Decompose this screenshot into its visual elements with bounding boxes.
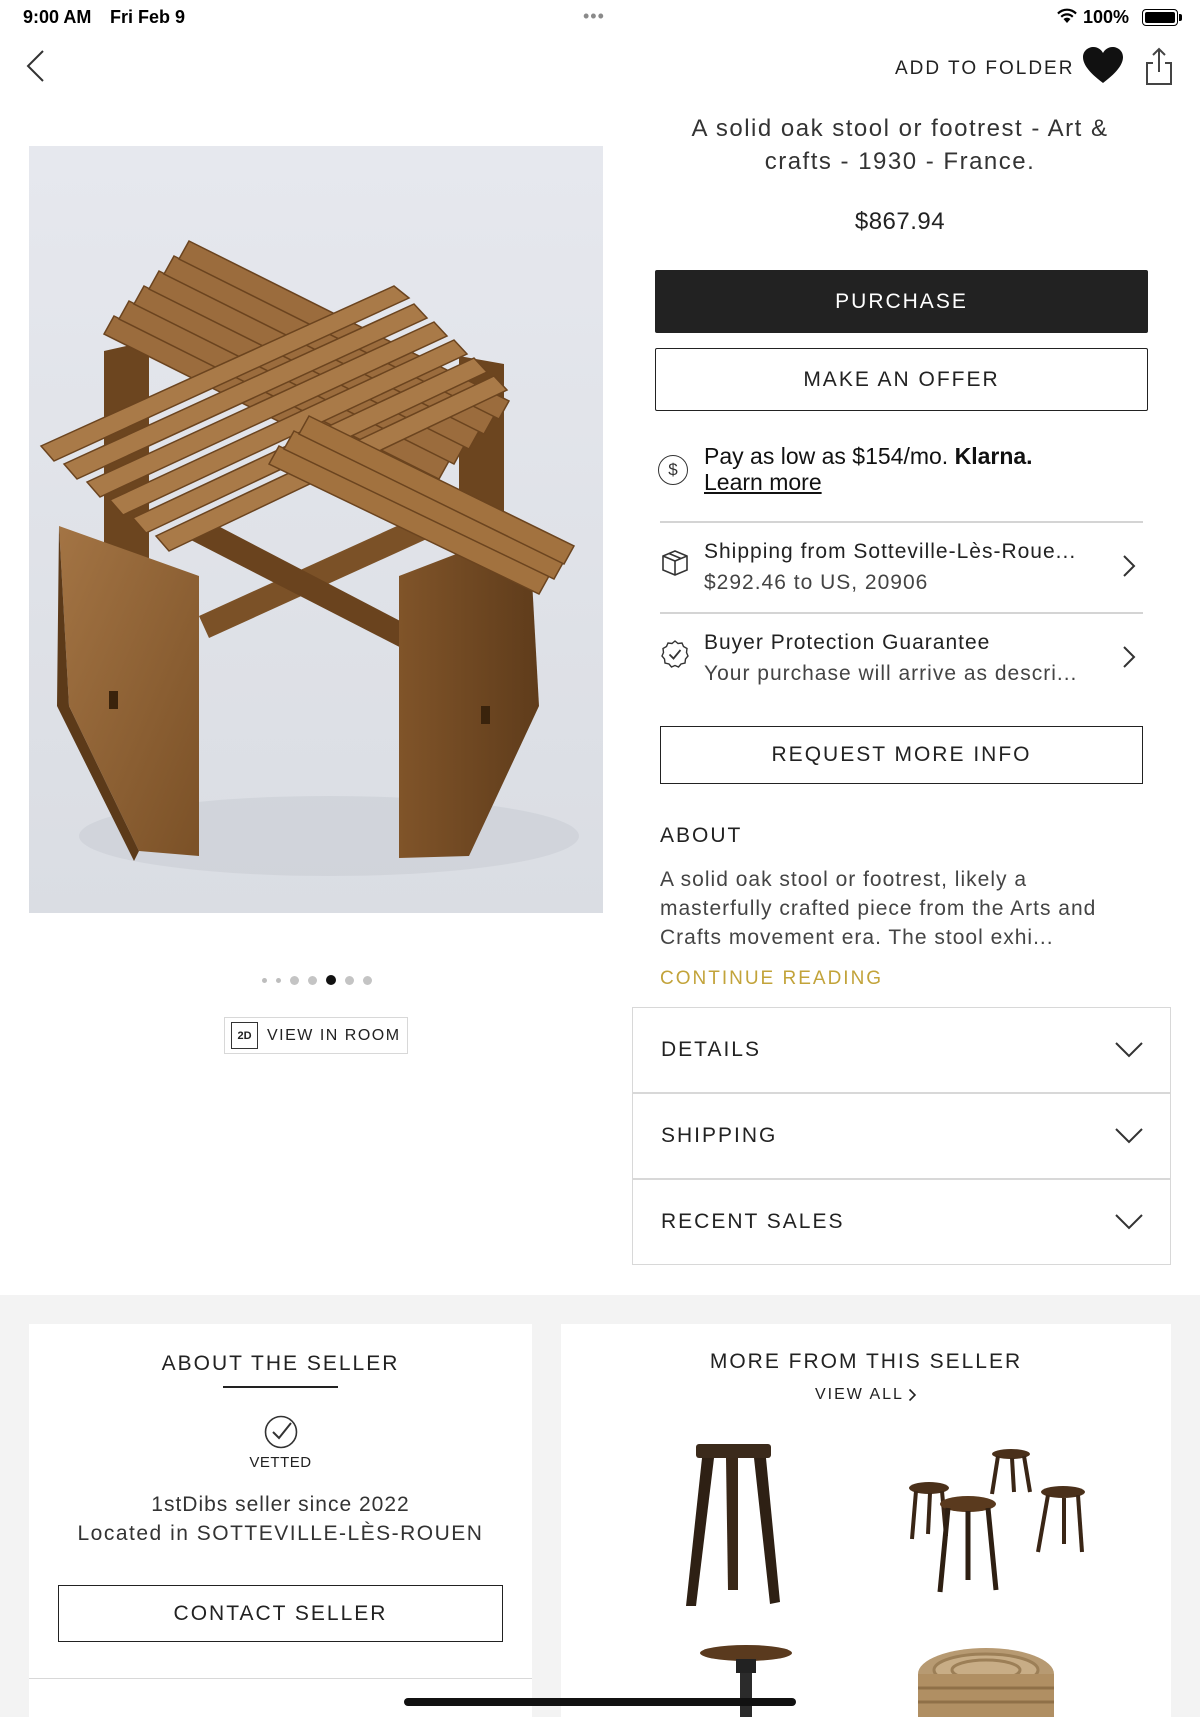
request-more-info-button[interactable]: REQUEST MORE INFO bbox=[660, 726, 1143, 784]
buyer-protection-title: Buyer Protection Guarantee bbox=[704, 631, 991, 654]
klarna-text: Pay as low as $154/mo. bbox=[704, 443, 949, 469]
recent-sales-accordion[interactable]: RECENT SALES bbox=[632, 1179, 1171, 1265]
related-item-thumbnail[interactable] bbox=[676, 1440, 791, 1610]
add-to-folder-button[interactable]: ADD TO FOLDER bbox=[895, 58, 1074, 80]
battery-icon bbox=[1142, 9, 1178, 26]
2d-icon: 2D bbox=[231, 1022, 258, 1049]
status-bar: 9:00 AM Fri Feb 9 ••• 100% bbox=[0, 0, 1200, 34]
view-in-room-label: VIEW IN ROOM bbox=[267, 1026, 401, 1044]
chevron-down-icon bbox=[1115, 1128, 1143, 1144]
chevron-left-icon[interactable] bbox=[24, 48, 48, 84]
accordion-label: DETAILS bbox=[661, 1038, 761, 1061]
related-item-thumbnail[interactable] bbox=[906, 1444, 1086, 1609]
battery-percent: 100% bbox=[1083, 7, 1130, 27]
klarna-promo: Pay as low as $154/mo. Klarna. bbox=[704, 443, 1033, 470]
make-offer-button[interactable]: MAKE AN OFFER bbox=[655, 348, 1148, 411]
pager-dot[interactable] bbox=[363, 975, 372, 985]
shipping-cost: $292.46 to US, 20906 bbox=[704, 571, 929, 594]
klarna-brand: Klarna. bbox=[954, 443, 1033, 469]
shipping-row[interactable]: Shipping from Sotteville-Lès-Roue... $29… bbox=[660, 526, 1143, 610]
seller-location: Located in SOTTEVILLE-LÈS-ROUEN bbox=[77, 1522, 484, 1545]
seller-since: 1stDibs seller since 2022 bbox=[151, 1493, 410, 1516]
view-all-link[interactable]: VIEW ALL bbox=[815, 1386, 904, 1404]
pager-dot[interactable] bbox=[326, 975, 336, 985]
chevron-right-icon bbox=[908, 1388, 917, 1402]
share-icon[interactable] bbox=[1144, 46, 1174, 86]
product-title: A solid oak stool or footrest - Art & cr… bbox=[691, 115, 1109, 175]
product-image[interactable] bbox=[29, 146, 603, 913]
home-indicator[interactable] bbox=[404, 1698, 796, 1706]
box-icon bbox=[662, 550, 688, 576]
divider bbox=[29, 1678, 532, 1679]
more-from-seller-heading: MORE FROM THIS SELLER bbox=[709, 1350, 1023, 1373]
pager-dot[interactable] bbox=[308, 975, 317, 985]
divider bbox=[660, 521, 1143, 523]
status-date: Fri Feb 9 bbox=[110, 7, 186, 27]
accordion-label: RECENT SALES bbox=[661, 1210, 845, 1233]
status-time: 9:00 AM bbox=[23, 7, 92, 27]
details-accordion[interactable]: DETAILS bbox=[632, 1007, 1171, 1093]
product-price: $867.94 bbox=[854, 208, 946, 235]
chevron-right-icon bbox=[1123, 646, 1136, 668]
chevron-down-icon bbox=[1115, 1042, 1143, 1058]
pager-dot[interactable] bbox=[290, 975, 299, 985]
oak-stool-photo bbox=[29, 146, 603, 913]
about-body: A solid oak stool or footrest, likely a … bbox=[660, 868, 1097, 949]
klarna-learn-more-link[interactable]: Learn more bbox=[704, 469, 822, 496]
buyer-protection-row[interactable]: Buyer Protection Guarantee Your purchase… bbox=[660, 617, 1143, 701]
continue-reading-link[interactable]: CONTINUE READING bbox=[660, 968, 883, 990]
related-item-thumbnail[interactable] bbox=[916, 1646, 1056, 1717]
heading-underline bbox=[223, 1386, 338, 1388]
buyer-protection-subtitle: Your purchase will arrive as descri... bbox=[704, 662, 1078, 685]
shipping-accordion[interactable]: SHIPPING bbox=[632, 1093, 1171, 1179]
about-heading: ABOUT bbox=[660, 824, 743, 847]
about-seller-card: ABOUT THE SELLER VETTED 1stDibs seller s… bbox=[29, 1324, 532, 1717]
chevron-down-icon bbox=[1115, 1214, 1143, 1230]
shipping-origin: Shipping from Sotteville-Lès-Roue... bbox=[704, 540, 1077, 563]
related-item-thumbnail[interactable] bbox=[696, 1644, 796, 1717]
vetted-label: VETTED bbox=[249, 1454, 312, 1471]
divider bbox=[660, 612, 1143, 614]
heart-icon[interactable] bbox=[1083, 47, 1123, 85]
pager-dot[interactable] bbox=[276, 977, 281, 983]
more-from-seller-card: MORE FROM THIS SELLER VIEW ALL bbox=[561, 1324, 1171, 1717]
battery-cap bbox=[1179, 14, 1182, 21]
wifi-icon bbox=[1057, 8, 1077, 23]
check-circle-icon bbox=[661, 640, 689, 668]
accordion-label: SHIPPING bbox=[661, 1124, 778, 1147]
multitask-dots-icon[interactable]: ••• bbox=[583, 6, 605, 27]
about-seller-heading: ABOUT THE SELLER bbox=[161, 1352, 400, 1375]
dollar-circle-icon: $ bbox=[658, 455, 688, 485]
chevron-right-icon bbox=[1123, 555, 1136, 577]
vetted-check-icon bbox=[264, 1415, 298, 1449]
contact-seller-button[interactable]: CONTACT SELLER bbox=[58, 1585, 503, 1642]
view-in-room-button[interactable]: 2D VIEW IN ROOM bbox=[224, 1017, 408, 1054]
purchase-button[interactable]: PURCHASE bbox=[655, 270, 1148, 333]
pager-dot[interactable] bbox=[262, 977, 267, 983]
pager-dot[interactable] bbox=[345, 975, 354, 985]
image-pager[interactable] bbox=[262, 974, 372, 986]
